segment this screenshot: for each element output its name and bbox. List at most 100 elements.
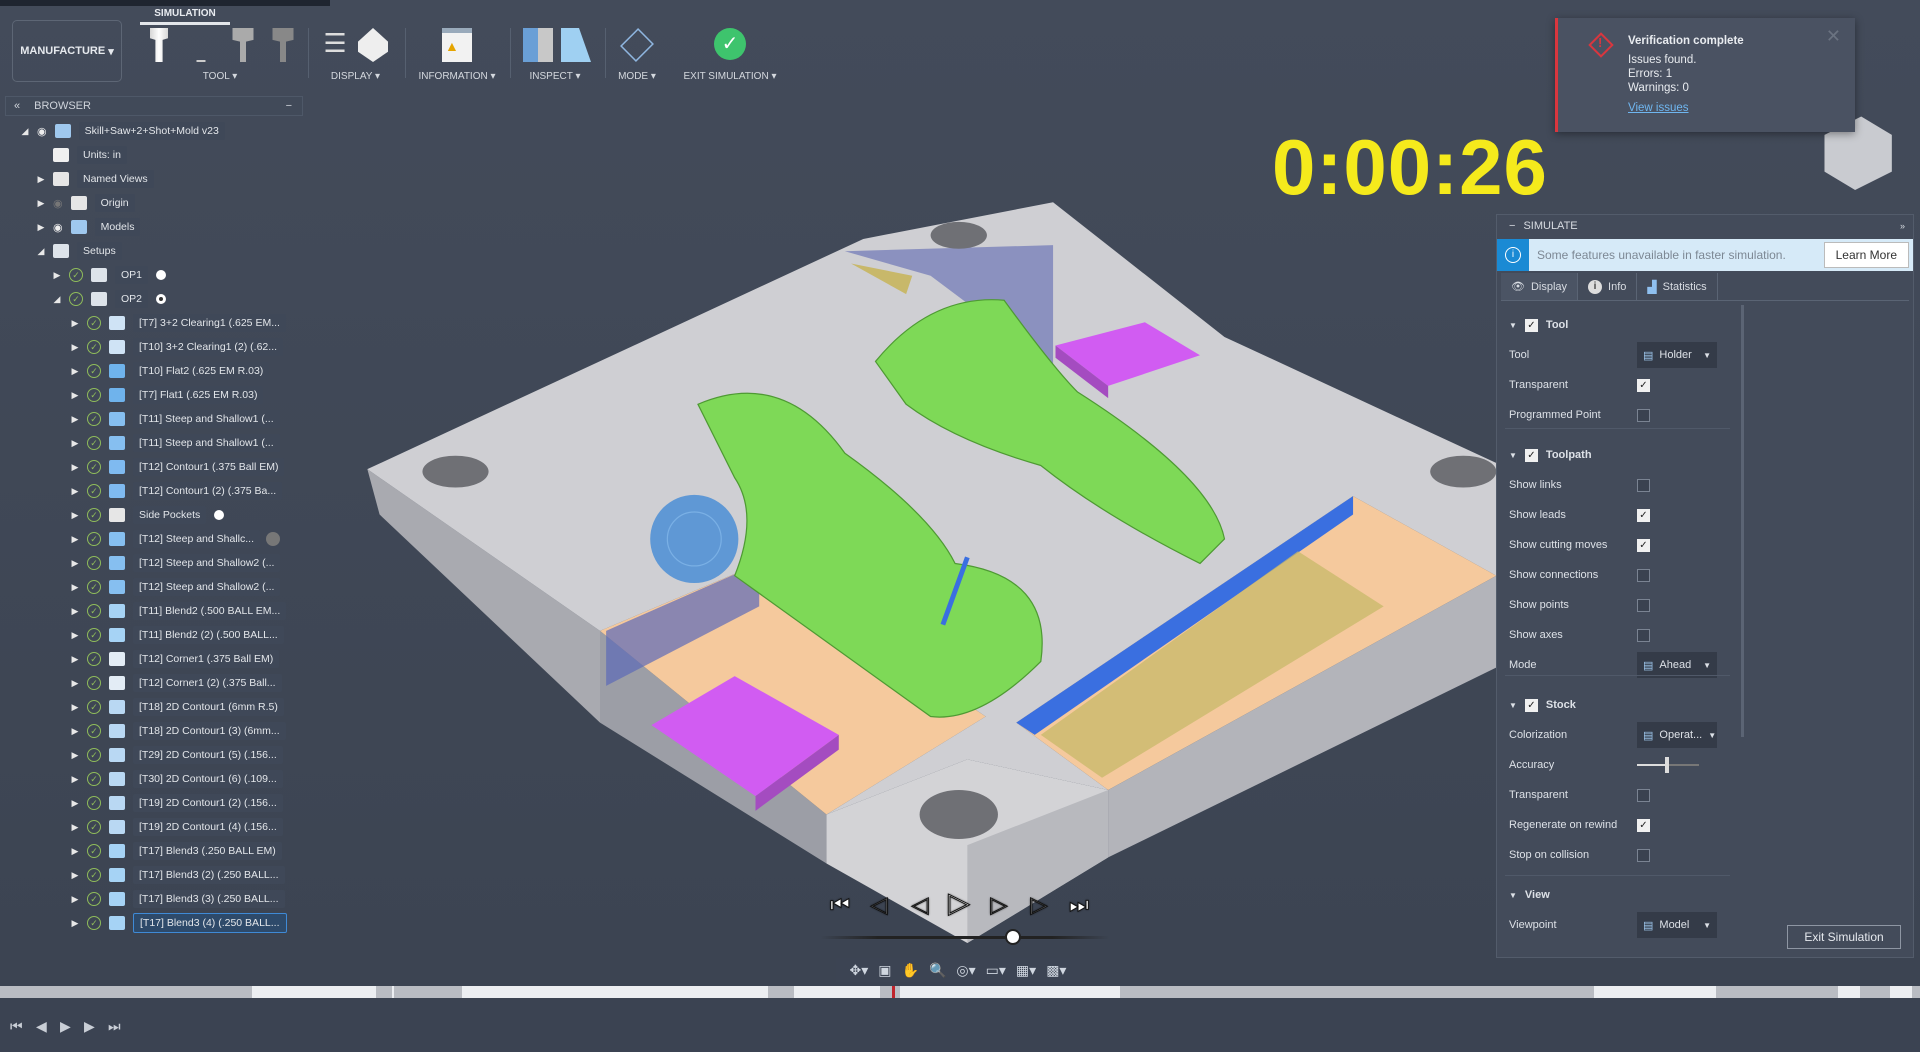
checkbox[interactable] [1637,788,1650,802]
tree-item[interactable]: ▶ ✓ [T17] Blend3 (.250 BALL EM) [69,840,282,862]
skip-end-button[interactable]: ⏭ [1066,892,1092,918]
display-group[interactable]: ☰ DISPLAY ▾ [318,6,393,90]
active-setup-indicator[interactable] [156,270,167,280]
expand-arrow-icon[interactable]: ▶ [69,798,81,809]
timeline-next-button[interactable]: ▶ [84,1018,95,1035]
minimize-icon[interactable]: − [1509,220,1515,232]
tab-statistics[interactable]: ▟ Statistics [1637,273,1718,300]
tree-item[interactable]: ▶ ✓ [T17] Blend3 (2) (.250 BALL... [69,864,285,886]
expand-arrow-icon[interactable]: ▶ [69,654,81,665]
tree-item[interactable]: ▶ ✓ [T12] Steep and Shallow2 (... [69,552,281,574]
expand-arrow-icon[interactable]: ▶ [69,486,81,497]
hidden-eye-icon[interactable]: ◉ [53,197,63,210]
expand-arrow-icon[interactable]: ▶ [35,222,47,233]
timeline-prev-button[interactable]: ◀ [36,1018,47,1035]
accuracy-slider[interactable] [1637,757,1699,773]
checkbox[interactable] [1637,598,1650,612]
timeline-end-button[interactable]: ⏭ [108,1018,121,1035]
tree-item[interactable]: ▶ ✓ [T7] 3+2 Clearing1 (.625 EM... [69,312,286,334]
tree-item[interactable]: ▶ ✓ [T12] Contour1 (.375 Ball EM) [69,456,285,478]
tree-item[interactable]: ▶ ✓ [T12] Corner1 (2) (.375 Ball... [69,672,282,694]
active-setup-indicator[interactable] [156,294,167,304]
tree-item[interactable]: ▶ ✓ Side Pockets [69,504,225,526]
tree-item[interactable]: ▶ ◉ Origin [35,192,135,214]
checkbox[interactable]: ✓ [1637,538,1650,552]
tree-item[interactable]: ◢ ◉ Skill+Saw+2+Shot+Mold v23 [19,120,225,142]
tree-item[interactable]: ▶ ✓ [T18] 2D Contour1 (3) (6mm... [69,720,286,742]
section-collapse-icon[interactable]: ▼ [1509,321,1517,330]
expand-arrow-icon[interactable]: ▶ [69,678,81,689]
previous-operation-button[interactable]: ◁ [866,892,892,918]
checkbox[interactable]: ✓ [1524,318,1538,332]
checkbox[interactable] [1637,478,1650,492]
tree-item[interactable]: ▶ ✓ [T11] Steep and Shallow1 (... [69,408,280,430]
expand-arrow-icon[interactable]: ▶ [69,318,81,329]
tree-item[interactable]: ▶ ✓ [T19] 2D Contour1 (4) (.156... [69,816,283,838]
playback-slider[interactable] [820,936,1110,939]
dropdown[interactable]: ▤ Operat... ▼ [1637,722,1717,748]
expand-arrow-icon[interactable]: ▶ [69,438,81,449]
checkbox[interactable] [1637,408,1650,422]
tree-item[interactable]: ▶ ✓ [T7] Flat1 (.625 EM R.03) [69,384,264,406]
eye-icon[interactable]: ◉ [53,221,63,234]
active-setup-indicator[interactable] [214,510,225,520]
expand-arrow-icon[interactable]: ▶ [69,630,81,641]
dropdown[interactable]: ▤ Holder ▼ [1637,342,1717,368]
learn-more-button[interactable]: Learn More [1823,242,1909,268]
tree-item[interactable]: ▶ ✓ [T11] Steep and Shallow1 (... [69,432,280,454]
expand-arrow-icon[interactable]: ▶ [69,558,81,569]
expand-arrow-icon[interactable]: ▶ [69,390,81,401]
expand-arrow-icon[interactable]: ▶ [69,774,81,785]
section-collapse-icon[interactable]: ▼ [1509,451,1517,460]
checkbox[interactable] [1637,568,1650,582]
next-operation-button[interactable]: ▷ [1026,892,1052,918]
display-settings-icon[interactable]: ▭▾ [986,962,1006,979]
workspace-switcher[interactable]: MANUFACTURE ▾ [12,20,122,82]
tree-item[interactable]: ◢ Setups [35,240,122,262]
tree-item[interactable]: ▶ ✓ [T17] Blend3 (4) (.250 BALL... [69,912,287,934]
tree-item[interactable]: ▶ ✓ [T18] 2D Contour1 (6mm R.5) [69,696,284,718]
checkbox[interactable]: ✓ [1524,698,1538,712]
tree-item[interactable]: ▶ ✓ [T12] Steep and Shallow2 (... [69,576,281,598]
tree-item[interactable]: ▶ ✓ [T11] Blend2 (.500 BALL EM... [69,600,287,622]
minimize-icon[interactable]: − [286,100,292,112]
eye-icon[interactable]: ◉ [37,125,47,138]
orbit-icon[interactable]: ✥▾ [850,962,869,979]
tab-info[interactable]: i Info [1578,273,1638,300]
expand-arrow-icon[interactable]: ▶ [69,606,81,617]
tab-display[interactable]: 👁 Display [1501,273,1579,300]
fit-icon[interactable]: ◎▾ [956,962,975,979]
accuracy-slider-handle[interactable] [1664,757,1669,773]
checkbox[interactable]: ✓ [1637,378,1650,392]
timeline-start-button[interactable]: ⏮ [10,1018,23,1035]
step-back-button[interactable]: ◁ [907,892,933,918]
tree-item[interactable]: Units: in [35,144,127,166]
checkbox[interactable]: ✓ [1637,818,1650,832]
expand-arrow-icon[interactable]: ▶ [69,534,81,545]
tree-item[interactable]: ▶ ✓ [T11] Blend2 (2) (.500 BALL... [69,624,284,646]
tree-item[interactable]: ◢ ✓ OP2 [51,288,167,310]
tree-item[interactable]: ▶ ✓ [T12] Contour1 (2) (.375 Ba... [69,480,283,502]
expand-arrow-icon[interactable]: ▶ [51,270,63,281]
tree-item[interactable]: ▶ ◉ Models [35,216,141,238]
expand-arrow-icon[interactable]: ▶ [69,582,81,593]
operation-timeline[interactable] [0,986,1920,998]
tree-item[interactable]: ▶ Named Views [35,168,154,190]
tree-item[interactable]: ▶ ✓ [T10] 3+2 Clearing1 (2) (.62... [69,336,284,358]
viewports-icon[interactable]: ▩▾ [1046,962,1066,979]
expand-arrow-icon[interactable]: ▶ [69,846,81,857]
expand-icon[interactable]: » [1900,221,1905,231]
tree-item[interactable]: ▶ ✓ [T30] 2D Contour1 (6) (.109... [69,768,283,790]
tree-item[interactable]: ▶ ✓ [T17] Blend3 (3) (.250 BALL... [69,888,285,910]
play-button[interactable]: ▷ [946,886,972,919]
expand-arrow-icon[interactable]: ▶ [35,198,47,209]
expand-arrow-icon[interactable]: ▶ [69,342,81,353]
tool-group[interactable]: TOOL ▾ [140,6,295,90]
expand-arrow-icon[interactable]: ▶ [69,462,81,473]
zoom-icon[interactable]: 🔍 [929,962,946,979]
expand-arrow-icon[interactable]: ▶ [69,366,81,377]
grid-icon[interactable]: ▦▾ [1016,962,1036,979]
expand-arrow-icon[interactable]: ▶ [69,510,81,521]
exit-simulation-button[interactable]: Exit Simulation [1787,925,1901,949]
tree-item[interactable]: ▶ ✓ [T19] 2D Contour1 (2) (.156... [69,792,283,814]
